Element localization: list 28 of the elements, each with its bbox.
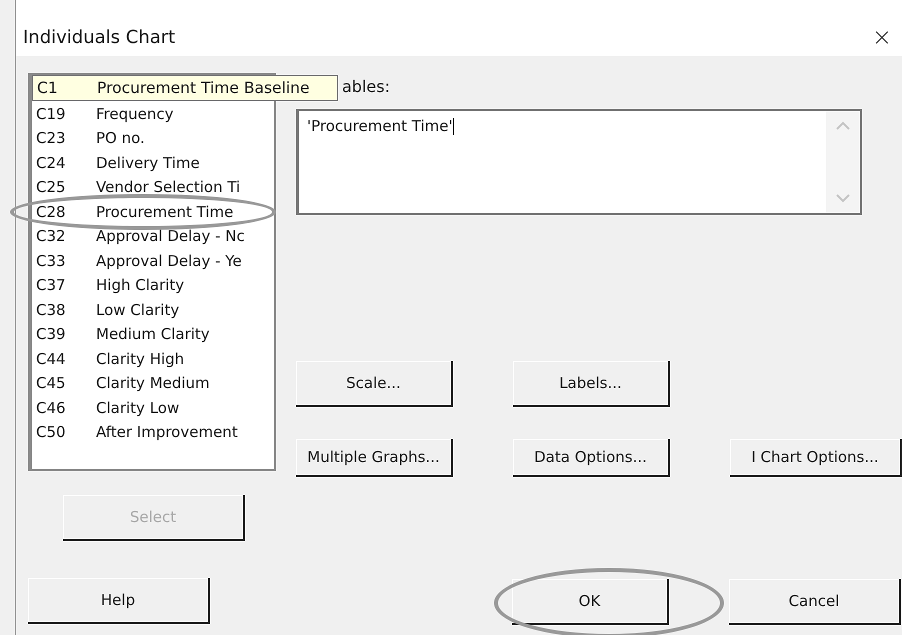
dialog-button[interactable]: Cancel <box>729 579 901 625</box>
list-item[interactable]: C28 Procurement Time <box>32 200 274 224</box>
list-item[interactable]: C38 Low Clarity <box>32 298 274 322</box>
variables-field[interactable]: 'Procurement Time' <box>296 109 862 215</box>
help-button[interactable]: Help <box>28 578 210 624</box>
list-item[interactable]: C45 Clarity Medium <box>32 371 274 396</box>
dialog-button[interactable]: Multiple Graphs... <box>296 439 453 477</box>
dialog-button[interactable]: OK <box>512 579 669 625</box>
list-item[interactable]: C19 Frequency <box>32 102 274 126</box>
scroll-up-icon[interactable] <box>836 121 850 130</box>
list-item[interactable]: C50 After Improvement <box>32 420 274 444</box>
list-item[interactable]: C24 Delivery Time <box>32 150 274 175</box>
dialog-button[interactable]: I Chart Options... <box>730 439 902 477</box>
close-button[interactable]: × <box>872 23 892 51</box>
list-item[interactable]: C32 Approval Delay - Nc <box>32 224 274 248</box>
dialog-button[interactable]: Data Options... <box>513 439 670 477</box>
list-item[interactable]: C25 Vendor Selection Ti <box>32 175 274 200</box>
dialog-button[interactable]: Labels... <box>513 361 670 407</box>
list-item[interactable]: C46 Clarity Low <box>32 396 274 420</box>
list-item[interactable]: C33 Approval Delay - Ye <box>32 248 274 273</box>
list-item[interactable]: C37 High Clarity <box>32 273 274 298</box>
list-item[interactable]: C39 Medium Clarity <box>32 322 274 346</box>
list-item[interactable]: C23 PO no. <box>32 126 274 150</box>
window-title: Individuals Chart <box>23 26 176 48</box>
scroll-down-icon[interactable] <box>836 194 850 203</box>
tooltip: C1 Procurement Time Baseline <box>32 75 338 101</box>
dialog-button[interactable]: Scale... <box>296 361 453 407</box>
list-item[interactable]: C44 Clarity High <box>32 346 274 371</box>
